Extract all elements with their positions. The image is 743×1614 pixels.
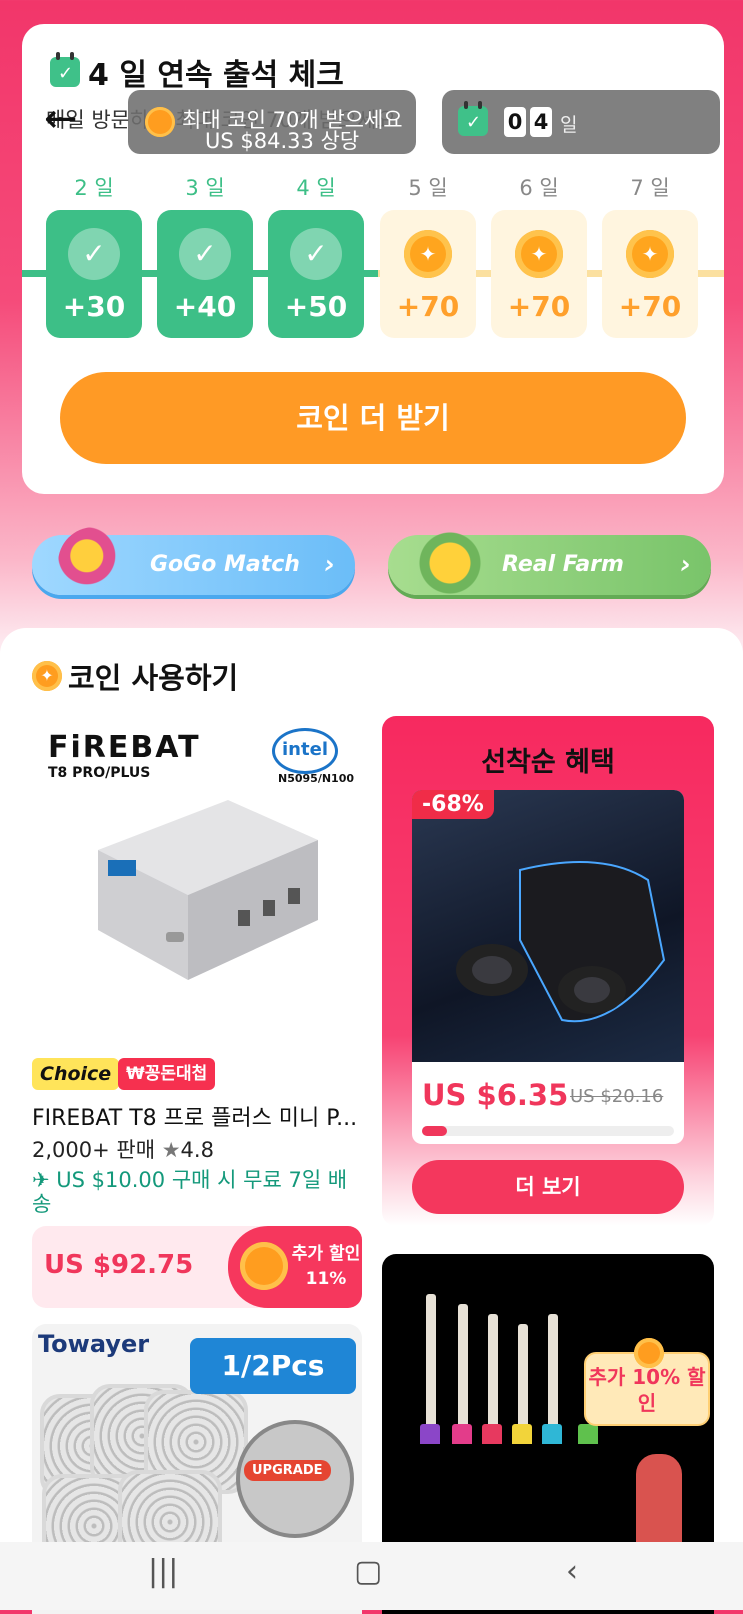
earbuds-image: -68% bbox=[412, 790, 684, 1062]
choice-badge: Choice bbox=[32, 1058, 120, 1090]
recent-apps-icon[interactable]: ||| bbox=[148, 1554, 178, 1589]
rating: 4.8 bbox=[180, 1138, 214, 1162]
gogo-match-icon bbox=[58, 527, 130, 599]
upgrade-tag: UPGRADE bbox=[244, 1460, 331, 1481]
brand-model: T8 PRO/PLUS bbox=[48, 765, 151, 781]
get-more-coins-button[interactable]: 코인 더 받기 bbox=[60, 372, 686, 464]
discount-badge: -68% bbox=[412, 790, 494, 819]
back-arrow-icon[interactable]: ← bbox=[44, 96, 78, 142]
cpu-model: N5095/N100 bbox=[278, 772, 355, 785]
day-reward: +70 bbox=[507, 290, 571, 323]
deal-title: 선착순 혜택 bbox=[481, 747, 615, 778]
tooltip-line2: US $84.33 상당 bbox=[205, 129, 360, 153]
coin-icon: ✦ bbox=[32, 661, 62, 691]
day-label: 4 일 bbox=[296, 176, 336, 200]
day-reward: +30 bbox=[62, 290, 126, 323]
product-price: US $92.75 bbox=[44, 1250, 194, 1280]
airplane-icon: ✈ bbox=[32, 1168, 50, 1192]
deal-product[interactable]: -68% US $6.35 US $20.16 bbox=[412, 790, 684, 1144]
coin-section-title: ✦ 코인 사용하기 bbox=[32, 655, 238, 697]
extra-discount-tag: 추가 할인 11% bbox=[228, 1226, 362, 1308]
back-icon[interactable]: ‹ bbox=[566, 1554, 578, 1589]
tip-base bbox=[512, 1424, 532, 1444]
tip-base bbox=[542, 1424, 562, 1444]
intel-logo: intel bbox=[272, 728, 338, 774]
deal-price: US $6.35 bbox=[422, 1078, 569, 1112]
day-label: 2 일 bbox=[74, 176, 114, 200]
day-reward-box: ✓ +30 bbox=[46, 210, 142, 338]
day-reward-box: ✦ +70 bbox=[491, 210, 587, 338]
mixing-tip bbox=[548, 1314, 558, 1434]
mixing-tip bbox=[458, 1304, 468, 1434]
tip-base bbox=[482, 1424, 502, 1444]
original-price: US $20.16 bbox=[570, 1086, 664, 1107]
day-reward-box: ✦ +70 bbox=[602, 210, 698, 338]
day-reward-box: ✓ +50 bbox=[268, 210, 364, 338]
day-label: 6 일 bbox=[519, 176, 559, 200]
brand-logo: Towayer bbox=[38, 1330, 150, 1358]
product-title[interactable]: FIREBAT T8 프로 플러스 미니 P... bbox=[32, 1100, 362, 1132]
tip-base bbox=[420, 1424, 440, 1444]
pack-ribbon: 1/2Pcs bbox=[190, 1338, 356, 1394]
stock-progress bbox=[422, 1126, 674, 1136]
mixing-tip bbox=[488, 1314, 498, 1434]
brand-logo: FiREBAT bbox=[48, 730, 201, 765]
see-more-button[interactable]: 더 보기 bbox=[412, 1160, 684, 1214]
gogo-match-button[interactable]: GoGo Match › bbox=[32, 527, 355, 599]
coin-icon: ✦ bbox=[626, 230, 674, 278]
coin-icon bbox=[240, 1242, 288, 1290]
tip-base bbox=[452, 1424, 472, 1444]
coin-icon: ✦ bbox=[515, 230, 563, 278]
streak-digit: 0 bbox=[504, 107, 526, 137]
streak-unit: 일 bbox=[560, 114, 578, 136]
real-farm-icon bbox=[414, 527, 486, 599]
mixing-tip bbox=[426, 1294, 436, 1434]
calendar-check-icon: ✓ bbox=[458, 101, 488, 136]
game-label: Real Farm bbox=[502, 552, 624, 577]
check-icon: ✓ bbox=[68, 228, 120, 280]
day-label: 3 일 bbox=[185, 176, 225, 200]
price-bar[interactable]: US $92.75 추가 할인 11% bbox=[32, 1226, 362, 1308]
mini-pc-image bbox=[98, 800, 318, 980]
game-label: GoGo Match bbox=[150, 552, 300, 577]
day-reward-box: ✦ +70 bbox=[380, 210, 476, 338]
shipping-info: ✈ US $10.00 구매 시 무료 7일 배송 bbox=[32, 1168, 348, 1216]
day-reward-box: ✓ +40 bbox=[157, 210, 253, 338]
day-label: 7 일 bbox=[630, 176, 670, 200]
day-reward: +50 bbox=[284, 290, 348, 323]
stock-progress-fill bbox=[422, 1126, 448, 1136]
product-sales: 2,000+ 판매 ★4.8 bbox=[32, 1138, 214, 1162]
coin-icon bbox=[634, 1338, 664, 1368]
day-label: 5 일 bbox=[408, 176, 448, 200]
mixing-tip bbox=[518, 1324, 528, 1434]
chevron-right-icon: › bbox=[324, 550, 335, 580]
checkin-title: ✓ 4 일 연속 출석 체크 bbox=[50, 50, 344, 94]
tip-base bbox=[578, 1424, 598, 1444]
coin-icon bbox=[145, 107, 175, 137]
star-icon: ★ bbox=[161, 1138, 181, 1162]
streak-digit: 4 bbox=[530, 107, 552, 137]
day-reward: +70 bbox=[618, 290, 682, 323]
home-icon[interactable]: ▢ bbox=[354, 1554, 382, 1589]
check-icon: ✓ bbox=[179, 228, 231, 280]
coin-icon: ✦ bbox=[404, 230, 452, 278]
calendar-check-icon: ✓ bbox=[50, 52, 80, 87]
day-reward: +40 bbox=[173, 290, 237, 323]
chevron-right-icon: › bbox=[680, 550, 691, 580]
day-reward: +70 bbox=[396, 290, 460, 323]
promo-badge: ₩꽁돈대첩 bbox=[118, 1058, 216, 1090]
check-icon: ✓ bbox=[290, 228, 342, 280]
real-farm-button[interactable]: Real Farm › bbox=[388, 527, 711, 599]
extra-discount-label: 추가 할인 11% bbox=[291, 1244, 361, 1289]
